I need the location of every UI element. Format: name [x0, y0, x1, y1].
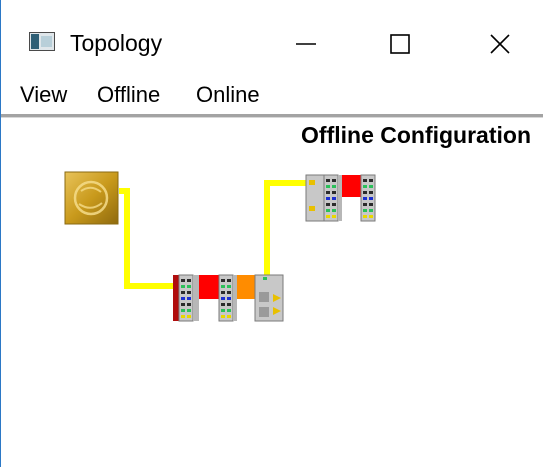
topology-diagram	[64, 171, 376, 322]
remote-terminal-block-icon[interactable]	[305, 174, 376, 222]
minimize-button[interactable]	[283, 24, 329, 64]
connection-lines	[119, 180, 306, 289]
ethercat-master-icon[interactable]	[64, 171, 119, 225]
maximize-icon	[390, 34, 410, 54]
topology-window: Topology View Offline Online Offline Con…	[0, 0, 543, 467]
maximize-button[interactable]	[377, 24, 423, 64]
minimize-icon	[296, 43, 316, 45]
menu-view[interactable]: View	[20, 80, 67, 110]
menu-offline[interactable]: Offline	[97, 80, 160, 110]
topology-canvas[interactable]: Offline Configuration	[1, 118, 543, 467]
close-icon	[490, 34, 510, 54]
close-button[interactable]	[477, 24, 523, 64]
window-app-icon	[29, 32, 55, 51]
title-bar[interactable]: Topology	[1, 0, 543, 78]
menu-bar: View Offline Online	[1, 78, 543, 114]
menu-online[interactable]: Online	[196, 80, 260, 110]
coupler-terminal-block-icon[interactable]	[173, 274, 284, 322]
window-title: Topology	[70, 30, 163, 56]
